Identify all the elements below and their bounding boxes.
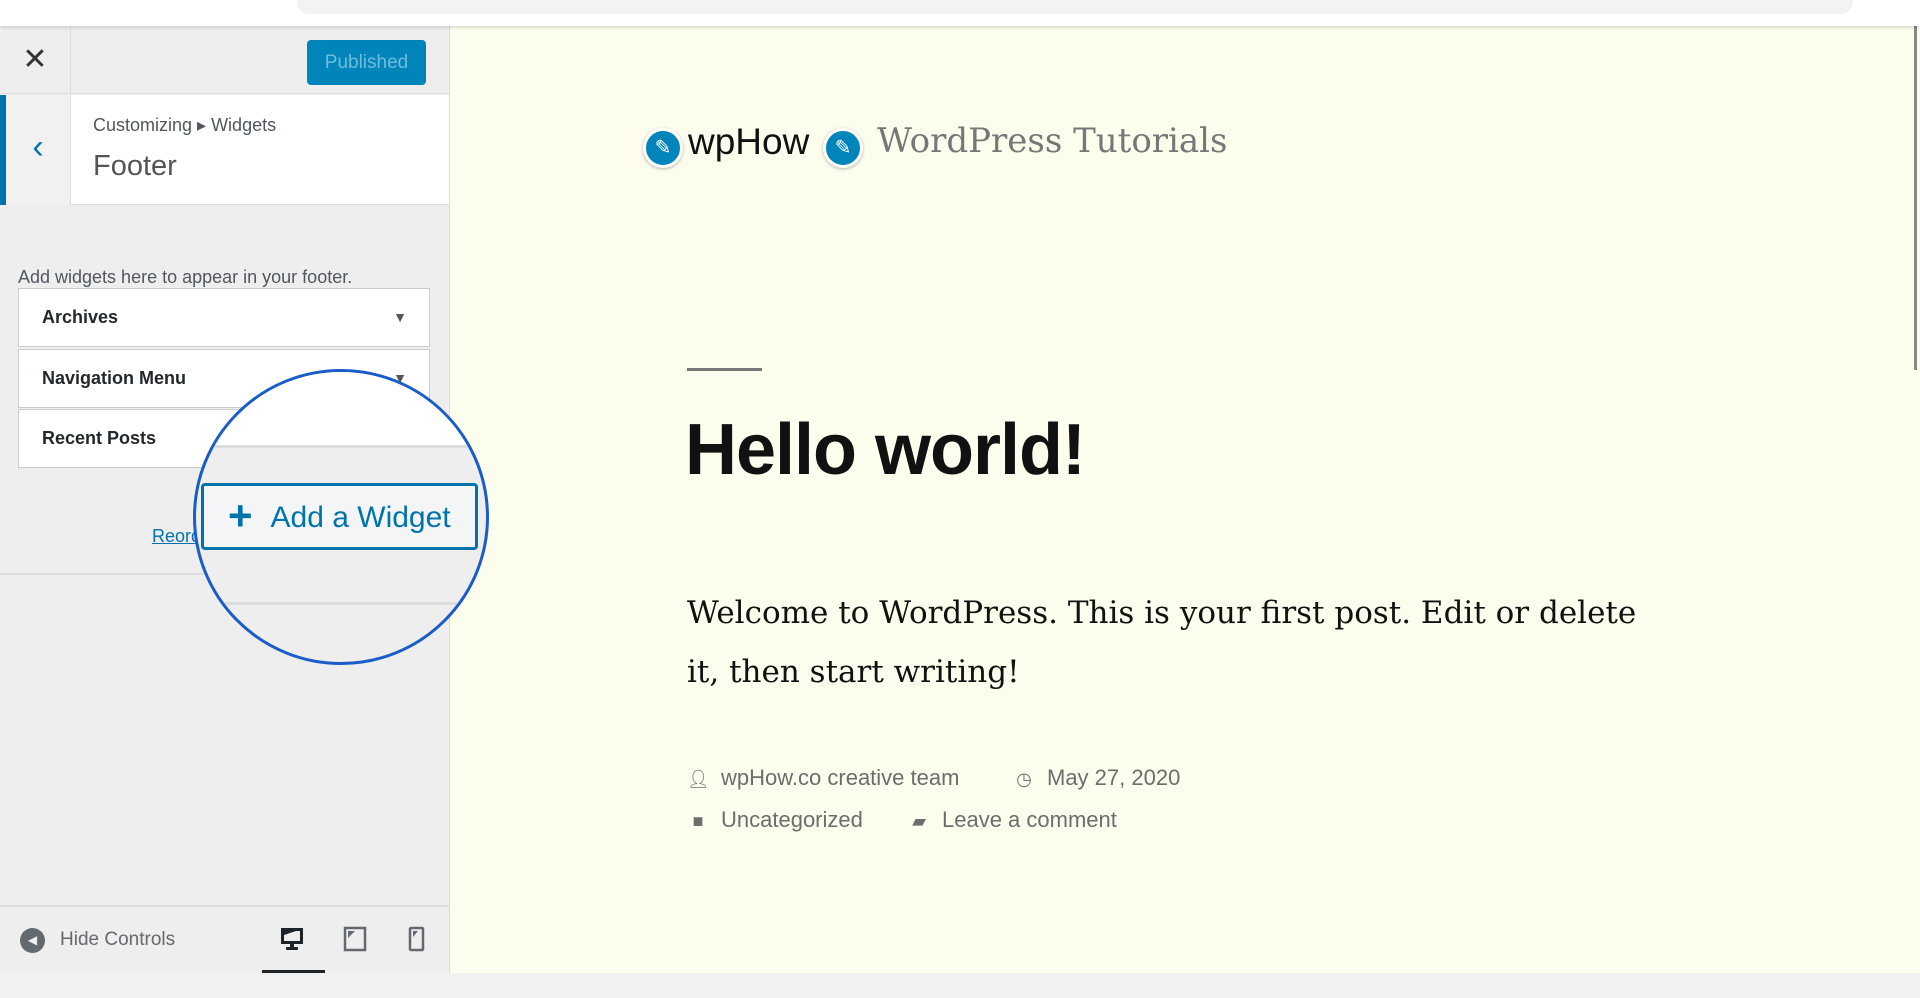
preview-scrollbar[interactable] (1912, 26, 1920, 973)
post-category[interactable]: ■ Uncategorized (687, 807, 863, 833)
clock-icon: ◷ (1016, 769, 1032, 789)
edit-shortcut-icon[interactable]: ✎ (823, 128, 863, 168)
close-icon: ✕ (22, 43, 48, 76)
caret-down-icon[interactable]: ▼ (393, 289, 407, 346)
desktop-icon (281, 928, 303, 950)
browser-top-bar (0, 0, 1920, 26)
tablet-icon (343, 926, 367, 952)
breadcrumb: Customizing ▸ Widgets (93, 115, 277, 135)
back-button[interactable]: ‹ (6, 95, 71, 205)
folder-icon: ■ (692, 811, 704, 831)
comment-link[interactable]: Leave a comment (942, 807, 1117, 832)
widget-title: Navigation Menu (42, 368, 187, 388)
close-customizer-button[interactable]: ✕ (0, 26, 71, 94)
magnified-divider (196, 602, 486, 605)
widget-title: Recent Posts (42, 428, 157, 448)
widget-title: Archives (42, 307, 119, 327)
customizer-header: ✕ Published (0, 26, 449, 94)
add-widget-button[interactable]: + Add a Widget (201, 483, 478, 550)
mobile-icon (408, 926, 425, 952)
device-mobile-button[interactable] (401, 925, 431, 955)
device-tablet-button[interactable] (340, 925, 370, 955)
title-separator (687, 368, 762, 371)
section-title: Footer (93, 150, 177, 182)
magnified-widget-area (196, 372, 486, 448)
category-link[interactable]: Uncategorized (721, 807, 863, 832)
chevron-left-icon: ‹ (32, 128, 44, 166)
section-header: ‹ Customizing ▸ Widgets Footer (0, 95, 449, 205)
post-author[interactable]: 👤︎ wpHow.co creative team (687, 765, 959, 791)
post-body: Welcome to WordPress. This is your first… (687, 595, 1637, 690)
add-widget-label: Add a Widget (270, 501, 451, 534)
post-title[interactable]: Hello world! (685, 409, 1086, 491)
comment-icon: ▰ (912, 811, 926, 831)
post-date[interactable]: ◷ May 27, 2020 (1013, 765, 1180, 791)
widget-archives[interactable]: Archives ▼ (18, 288, 430, 347)
author-link[interactable]: wpHow.co creative team (721, 765, 959, 790)
site-title[interactable]: wpHow (688, 121, 809, 163)
customizer-footer: ◀ Hide Controls (0, 905, 449, 975)
hide-controls-button[interactable]: Hide Controls (60, 929, 175, 951)
magnifier-highlight: + Add a Widget (193, 369, 489, 665)
post-comments[interactable]: ▰ Leave a comment (908, 807, 1117, 833)
edit-shortcut-icon[interactable]: ✎ (643, 128, 683, 168)
site-description: WordPress Tutorials (877, 121, 1228, 161)
scrollbar-thumb[interactable] (1914, 26, 1917, 370)
user-icon: 👤︎ (687, 769, 710, 789)
bottom-strip (0, 973, 1920, 998)
date-link[interactable]: May 27, 2020 (1047, 765, 1180, 790)
section-description: Add widgets here to appear in your foote… (18, 267, 353, 287)
address-bar[interactable] (297, 0, 1853, 14)
publish-button[interactable]: Published (307, 40, 426, 85)
hide-controls-icon[interactable]: ◀ (20, 928, 45, 953)
device-desktop-button[interactable] (277, 925, 307, 955)
plus-icon: + (228, 492, 253, 539)
site-preview: ✎ wpHow ✎ WordPress Tutorials Hello worl… (450, 26, 1912, 973)
